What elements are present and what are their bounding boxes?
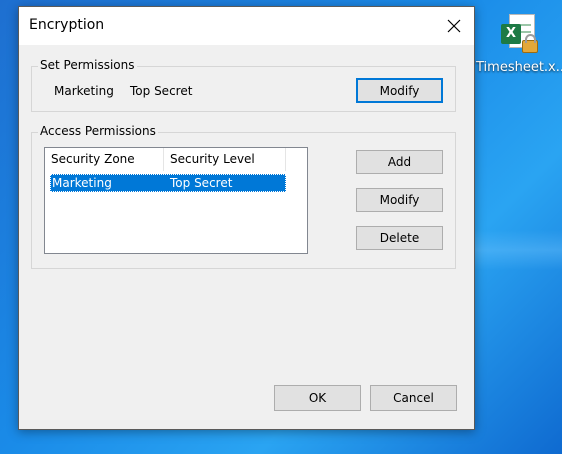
column-header-security-zone[interactable]: Security Zone [45,148,164,171]
desktop-file-timesheet[interactable]: X Timesheet.x... [476,14,562,75]
encryption-dialog: Encryption Set Permissions Marketing Top… [18,6,475,430]
title-bar: Encryption [19,7,474,45]
dialog-title: Encryption [29,17,105,33]
access-modify-button[interactable]: Modify [356,188,443,212]
close-button[interactable] [438,11,470,41]
delete-button[interactable]: Delete [356,226,443,250]
desktop-light-streak [470,230,562,270]
row-security-level: Top Secret [170,176,233,190]
row-security-zone: Marketing [52,176,112,190]
set-permissions-legend: Set Permissions [38,58,137,72]
list-header: Security Zone Security Level [45,148,286,171]
desktop-icon-label: Timesheet.x... [476,60,562,75]
set-permissions-modify-button[interactable]: Modify [356,78,443,103]
set-permissions-zone: Marketing [54,84,114,98]
lock-icon [522,34,538,53]
cancel-button[interactable]: Cancel [370,385,457,411]
add-button[interactable]: Add [356,150,443,174]
excel-locked-file-icon: X [501,14,538,56]
access-permissions-list[interactable]: Security Zone Security Level Marketing T… [44,147,308,254]
column-header-security-level[interactable]: Security Level [164,148,286,171]
close-icon [447,19,461,33]
table-row[interactable]: Marketing Top Secret [50,174,286,192]
ok-button[interactable]: OK [274,385,361,411]
excel-icon: X [501,24,521,44]
access-permissions-legend: Access Permissions [38,124,158,138]
set-permissions-level: Top Secret [130,84,193,98]
